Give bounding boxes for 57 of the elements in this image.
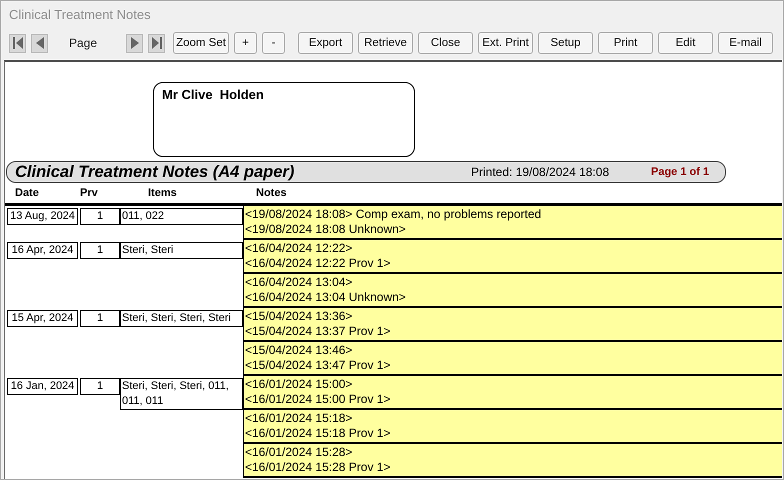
table-cell: 16 Jan, 2024 — [7, 378, 78, 395]
column-header: Date — [15, 187, 40, 199]
note-line: <16/04/2024 12:22> — [244, 241, 354, 256]
toolbar-button[interactable]: Setup — [538, 32, 594, 54]
toolbar-button[interactable]: Close — [418, 32, 474, 54]
last-page-button[interactable] — [148, 34, 166, 52]
triangle-right-icon — [130, 37, 139, 49]
patient-name: Mr Clive Holden — [162, 87, 264, 102]
toolbar-button[interactable]: Retrieve — [358, 32, 414, 54]
table-cell: Steri, Steri, Steri, 011, 011, 011 — [120, 378, 243, 410]
note-line: <16/01/2024 15:18 Prov 1> — [244, 426, 392, 441]
next-page-button[interactable] — [126, 34, 144, 52]
note-line: <15/04/2024 13:47 Prov 1> — [244, 358, 392, 373]
column-header: Items — [148, 187, 178, 199]
skip-forward-icon — [152, 37, 162, 49]
toolbar-button[interactable]: Print — [598, 32, 654, 54]
table-cell: Steri, Steri, Steri, Steri — [120, 310, 243, 327]
triangle-left-icon — [36, 37, 44, 49]
table-cell: 011, 022 — [120, 208, 243, 225]
table-cell: Steri, Steri — [120, 242, 243, 259]
note-line: <15/04/2024 13:46> — [244, 343, 354, 358]
printed-date: Printed: 19/08/2024 18:08 — [471, 165, 610, 179]
window-title: Clinical Treatment Notes — [8, 6, 151, 24]
note-line: <16/01/2024 15:00> — [244, 377, 354, 392]
table-cell: 16 Apr, 2024 — [7, 242, 78, 259]
toolbar-button[interactable]: Export — [298, 32, 354, 54]
column-header: Notes — [256, 187, 287, 199]
note-line: <15/04/2024 13:36> — [244, 309, 354, 324]
column-header: Prv — [80, 187, 99, 199]
table-cell: 1 — [80, 208, 120, 225]
note-line: <16/04/2024 13:04> — [244, 275, 354, 290]
toolbar-button[interactable]: Ext. Print — [478, 32, 534, 54]
page-label: Page — [69, 36, 98, 50]
note-line: <19/08/2024 18:08 Unknown> — [244, 222, 407, 237]
report-title: Clinical Treatment Notes (A4 paper) — [15, 162, 296, 182]
previous-page-button[interactable] — [31, 34, 48, 52]
toolbar-button[interactable]: E-mail — [718, 32, 774, 54]
zoom-button[interactable]: - — [262, 32, 286, 54]
note-line: <16/04/2024 12:22 Prov 1> — [244, 256, 392, 271]
note-line: <19/08/2024 18:08> Comp exam, no problems reported — [244, 207, 542, 222]
note-line: <16/01/2024 15:28 Prov 1> — [244, 460, 392, 475]
note-line: <16/01/2024 15:18> — [244, 411, 354, 426]
table-cell: 1 — [80, 242, 120, 259]
first-page-button[interactable] — [9, 34, 26, 52]
page-number: Page 1 of 1 — [651, 166, 710, 178]
table-cell: 1 — [80, 310, 120, 327]
toolbar-button[interactable]: Edit — [658, 32, 714, 54]
zoom-set-button[interactable]: Zoom Set — [173, 32, 230, 54]
table-cell: 1 — [80, 378, 120, 395]
note-line: <16/01/2024 15:28> — [244, 445, 354, 460]
table-cell: 13 Aug, 2024 — [7, 208, 78, 225]
note-line: <16/01/2024 15:00 Prov 1> — [244, 392, 392, 407]
note-line: <15/04/2024 13:37 Prov 1> — [244, 324, 392, 339]
note-line: <16/04/2024 13:04 Unknown> — [244, 290, 407, 305]
zoom-button[interactable]: + — [234, 32, 258, 54]
table-cell: 15 Apr, 2024 — [7, 310, 78, 327]
skip-back-icon — [12, 37, 22, 49]
